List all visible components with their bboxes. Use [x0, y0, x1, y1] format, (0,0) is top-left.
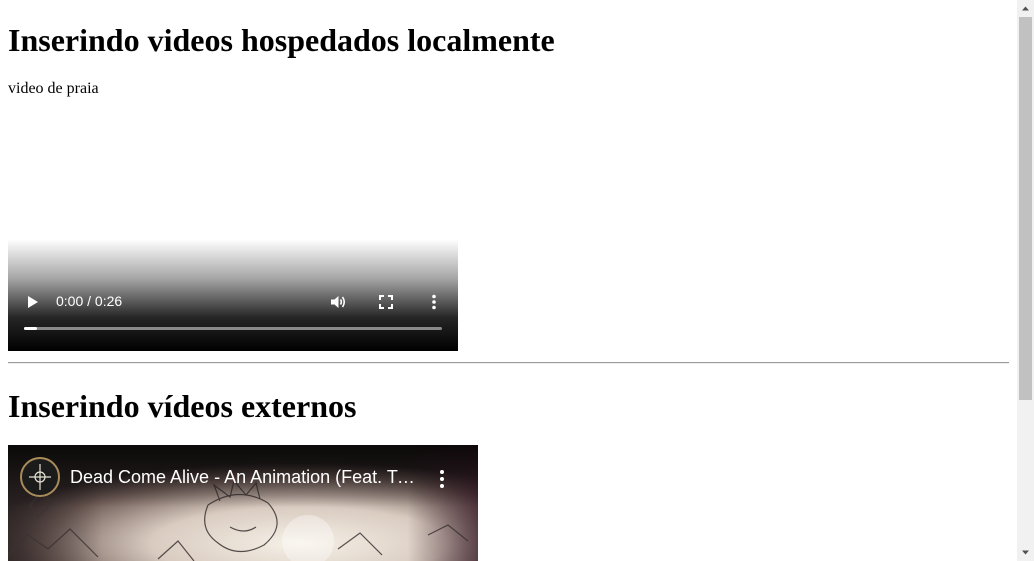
- fullscreen-button[interactable]: [376, 292, 396, 312]
- embed-more-options-button[interactable]: [432, 467, 452, 491]
- scrollbar-thumb[interactable]: [1019, 17, 1032, 400]
- volume-icon: [328, 292, 348, 312]
- time-display: 0:00 / 0:26: [56, 293, 123, 309]
- play-icon: [22, 292, 42, 312]
- mute-button[interactable]: [328, 292, 348, 312]
- seek-bar[interactable]: [24, 327, 442, 330]
- scroll-down-button[interactable]: [1017, 544, 1034, 561]
- channel-avatar-icon: [20, 457, 60, 501]
- seek-bar-progress: [24, 327, 37, 330]
- fullscreen-icon: [376, 292, 396, 312]
- vertical-scrollbar[interactable]: [1017, 0, 1034, 561]
- embed-video-title[interactable]: Dead Come Alive - An Animation (Feat. Ty…: [70, 466, 422, 488]
- scroll-up-button[interactable]: [1017, 0, 1034, 17]
- channel-avatar[interactable]: [20, 457, 60, 497]
- video-controls-bar: 0:00 / 0:26: [8, 239, 458, 351]
- more-options-button[interactable]: [424, 292, 444, 312]
- page: Inserindo videos hospedados localmente v…: [0, 0, 1017, 561]
- youtube-embed[interactable]: Dead Come Alive - An Animation (Feat. Ty…: [8, 445, 478, 561]
- horizontal-rule: [8, 362, 1009, 364]
- video-caption: video de praia: [8, 80, 99, 97]
- heading-local-videos: Inserindo videos hospedados localmente: [8, 22, 555, 58]
- more-options-icon: [432, 470, 452, 495]
- arrow-down-icon: [1017, 548, 1034, 561]
- play-button[interactable]: [22, 292, 42, 312]
- local-video-player[interactable]: 0:00 / 0:26: [8, 111, 458, 351]
- more-options-icon: [424, 292, 444, 312]
- heading-external-videos: Inserindo vídeos externos: [8, 388, 357, 424]
